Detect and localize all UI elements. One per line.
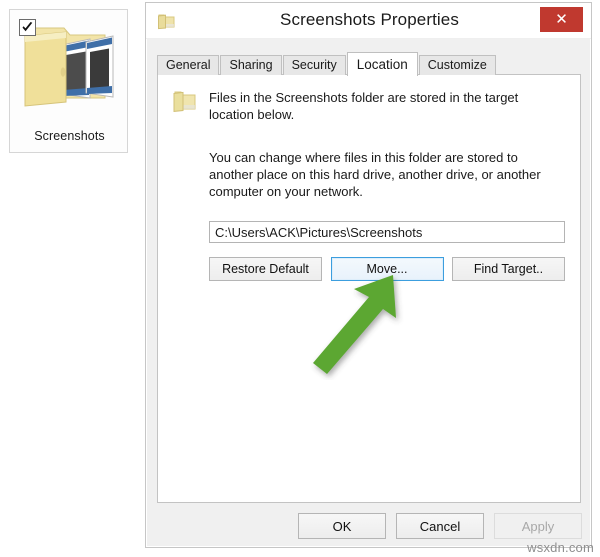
apply-button: Apply (494, 513, 582, 539)
tab-label: Sharing (229, 58, 273, 73)
desktop-icon-screenshots[interactable]: Screenshots (9, 9, 128, 153)
watermark: wsxdn.com (527, 540, 594, 555)
tab-label: Location (356, 56, 408, 72)
tab-location[interactable]: Location (346, 52, 418, 76)
tab-security[interactable]: Security (282, 55, 346, 75)
dialog-title: Screenshots Properties (280, 10, 459, 29)
tab-label: Security (291, 58, 337, 73)
dialog-titlebar: Screenshots Properties ✕ (146, 3, 591, 39)
tab-general[interactable]: General (157, 55, 220, 75)
restore-default-button[interactable]: Restore Default (209, 257, 322, 281)
location-tab-panel: Files in the Screenshots folder are stor… (157, 74, 581, 503)
cancel-button[interactable]: Cancel (396, 513, 484, 539)
close-button[interactable]: ✕ (540, 7, 583, 32)
move-button[interactable]: Move... (330, 257, 444, 281)
location-description-top: Files in the Screenshots folder are stor… (209, 90, 519, 122)
tab-customize[interactable]: Customize (418, 55, 496, 75)
folder-path-input[interactable] (209, 221, 565, 243)
properties-dialog: Screenshots Properties ✕ General Sharing… (145, 2, 592, 548)
tab-strip: General Sharing Security Location Custom… (157, 52, 497, 76)
desktop-icon-label: Screenshots (34, 129, 105, 143)
folder-icon (172, 88, 198, 114)
find-target-button[interactable]: Find Target.. (452, 257, 565, 281)
checkmark-icon (22, 22, 33, 32)
tab-sharing[interactable]: Sharing (220, 55, 282, 75)
dialog-footer-buttons: OK Cancel Apply (298, 513, 582, 539)
selection-checkbox[interactable] (19, 19, 36, 36)
tab-label: General (166, 58, 211, 73)
close-icon: ✕ (555, 11, 568, 28)
location-action-buttons: Restore Default Move... Find Target.. (209, 257, 565, 281)
ok-button[interactable]: OK (298, 513, 386, 539)
tab-label: Customize (427, 58, 487, 73)
location-description-body: You can change where files in this folde… (209, 150, 541, 199)
